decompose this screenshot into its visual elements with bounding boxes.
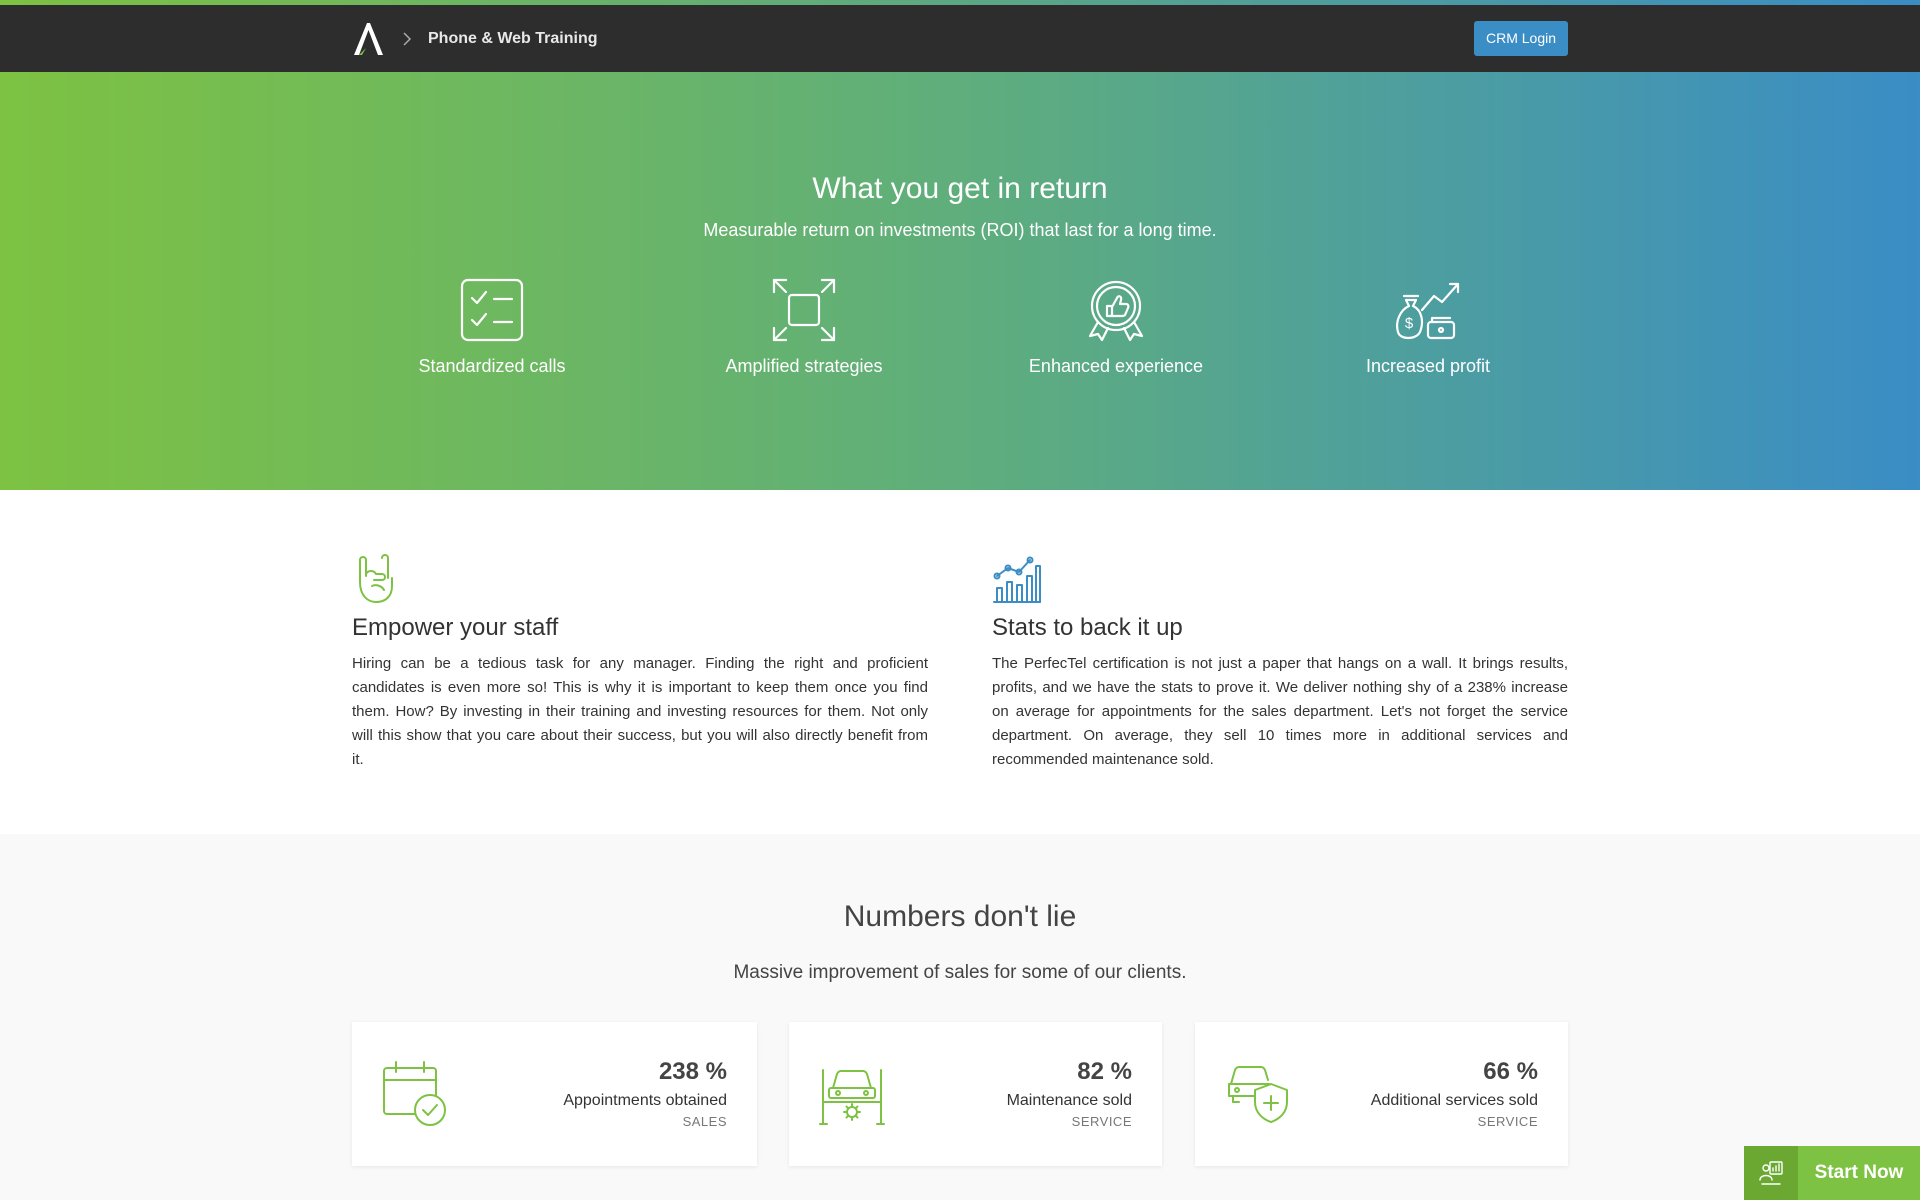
expand-icon <box>772 278 836 342</box>
feature-label: Standardized calls <box>418 356 566 376</box>
feature-label: Enhanced experience <box>1028 356 1204 376</box>
stats-text: The PerfecTel certification is not just … <box>992 655 1568 768</box>
feature-enhanced-experience: Enhanced experience <box>996 276 1236 377</box>
empower-staff-column: Empower your staff Hiring can be a tedio… <box>352 552 928 772</box>
stat-value: 82 % <box>1077 1058 1132 1085</box>
stat-category: SERVICE <box>1071 1114 1132 1129</box>
rock-hand-icon <box>359 554 393 603</box>
stat-card-maintenance: 82 % Maintenance sold SERVICE <box>789 1022 1162 1166</box>
stat-category: SERVICE <box>1477 1114 1538 1129</box>
feature-label: Increased profit <box>1365 356 1491 376</box>
stat-category: SALES <box>682 1114 727 1129</box>
empower-staff-text: Hiring can be a tedious task for any man… <box>352 655 928 768</box>
numbers-section: Numbers don't lie Massive improvement of… <box>0 834 1920 1200</box>
navbar: Phone & Web Training CRM Login <box>0 5 1920 72</box>
stat-label: Maintenance sold <box>1006 1092 1132 1109</box>
start-now-button[interactable]: Start Now <box>1744 1146 1920 1200</box>
numbers-subtitle: Massive improvement of sales for some of… <box>733 962 1187 983</box>
hero-subtitle: Measurable return on investments (ROI) t… <box>703 220 1217 240</box>
chevron-right-icon <box>403 31 412 46</box>
checklist-icon <box>460 278 524 342</box>
feature-amplified-strategies: Amplified strategies <box>684 276 924 377</box>
navbar-inner: Phone & Web Training CRM Login <box>352 5 1568 72</box>
stat-card-additional-services: 66 % Additional services sold SERVICE <box>1195 1022 1568 1166</box>
money-bag-growth-icon: $ <box>1396 282 1460 340</box>
feature-standardized-calls: Standardized calls <box>372 276 612 377</box>
calendar-check-icon <box>383 1061 446 1126</box>
stats-title: Stats to back it up <box>992 614 1183 641</box>
hero-section: What you get in return Measurable return… <box>0 72 1920 490</box>
car-lift-icon <box>819 1069 885 1125</box>
crm-login-button[interactable]: CRM Login <box>1473 21 1568 56</box>
hero-title: What you get in return <box>812 172 1108 205</box>
stats-chart-icon <box>993 556 1041 603</box>
stat-card-text: 66 % Additional services sold SERVICE <box>1371 1058 1538 1129</box>
feature-increased-profit: $ Increased profit <box>1308 276 1548 377</box>
stat-card-appointments: 238 % Appointments obtained SALES <box>352 1022 757 1166</box>
stat-label: Appointments obtained <box>563 1092 727 1109</box>
car-shield-icon <box>1228 1066 1288 1123</box>
person-chart-icon <box>1759 1161 1783 1185</box>
feature-label: Amplified strategies <box>725 356 883 376</box>
award-thumbs-up-icon <box>1088 280 1144 342</box>
breadcrumb-title[interactable]: Phone & Web Training <box>428 30 598 48</box>
logo-icon[interactable] <box>352 21 384 57</box>
start-now-icon-box[interactable] <box>1744 1146 1798 1200</box>
stat-card-text: 82 % Maintenance sold SERVICE <box>1007 1058 1132 1129</box>
empower-staff-title: Empower your staff <box>352 614 559 641</box>
stat-label: Additional services sold <box>1370 1092 1538 1109</box>
stat-value: 238 % <box>658 1058 727 1085</box>
stat-card-text: 238 % Appointments obtained SALES <box>563 1058 727 1129</box>
numbers-title: Numbers don't lie <box>843 900 1077 933</box>
stat-value: 66 % <box>1483 1058 1538 1085</box>
stats-column: Stats to back it up The PerfecTel certif… <box>992 552 1568 772</box>
start-now-label[interactable]: Start Now <box>1798 1146 1920 1200</box>
svg-text:$: $ <box>1405 315 1414 332</box>
